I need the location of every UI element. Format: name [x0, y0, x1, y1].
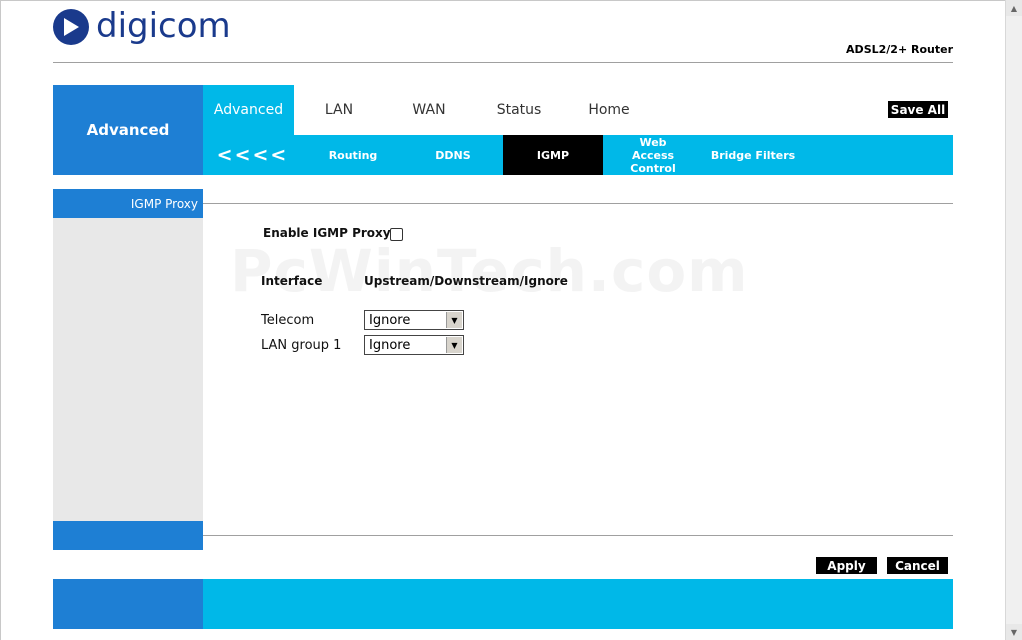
- logo-text: digicom: [96, 6, 231, 46]
- tab-status[interactable]: Status: [474, 85, 564, 135]
- dropdown-arrow-icon[interactable]: ▼: [446, 337, 462, 353]
- lan-group-mode-select[interactable]: Ignore ▼: [364, 335, 464, 355]
- column-header-mode: Upstream/Downstream/Ignore: [364, 274, 568, 288]
- subtab-ddns[interactable]: DDNS: [403, 135, 503, 175]
- footer-left-block: [53, 579, 203, 629]
- tab-advanced[interactable]: Advanced: [203, 85, 294, 135]
- subtab-routing[interactable]: Routing: [303, 135, 403, 175]
- subtab-web-access-control[interactable]: Web Access Control: [603, 135, 703, 175]
- cancel-button[interactable]: Cancel: [887, 557, 948, 574]
- sidebar-item-igmp-proxy[interactable]: IGMP Proxy: [53, 189, 203, 218]
- sidebar-panel: [53, 218, 203, 521]
- vertical-scrollbar[interactable]: [1005, 0, 1022, 640]
- subtab-igmp[interactable]: IGMP: [503, 135, 603, 175]
- product-name: ADSL2/2+ Router: [846, 43, 953, 56]
- footer-right-block: [203, 579, 953, 629]
- apply-button[interactable]: Apply: [816, 557, 877, 574]
- column-header-interface: Interface: [261, 274, 323, 288]
- dropdown-arrow-icon[interactable]: ▼: [446, 312, 462, 328]
- select-value: Ignore: [369, 313, 411, 328]
- subtab-bridge-filters[interactable]: Bridge Filters: [703, 135, 803, 175]
- sidebar-footer: [53, 521, 203, 550]
- watermark: PcWinTech.com: [230, 237, 749, 305]
- enable-igmp-proxy-label: Enable IGMP Proxy: [263, 226, 391, 240]
- logo-arrow-icon: [64, 18, 79, 36]
- save-all-button[interactable]: Save All: [888, 101, 948, 118]
- tab-lan[interactable]: LAN: [294, 85, 384, 135]
- interface-name: LAN group 1: [261, 338, 342, 353]
- section-title: Advanced: [53, 85, 203, 175]
- enable-igmp-proxy-checkbox[interactable]: [390, 228, 403, 241]
- select-value: Ignore: [369, 338, 411, 353]
- back-arrows-link[interactable]: <<<<: [210, 135, 295, 175]
- interface-name: Telecom: [261, 313, 315, 328]
- tab-home[interactable]: Home: [564, 85, 654, 135]
- content-divider-bottom: [203, 535, 953, 536]
- scroll-up-icon[interactable]: ▲: [1006, 0, 1022, 16]
- scroll-down-icon[interactable]: ▼: [1006, 624, 1022, 640]
- content-divider-top: [203, 203, 953, 204]
- header-divider: [53, 62, 953, 63]
- tab-wan[interactable]: WAN: [384, 85, 474, 135]
- telecom-mode-select[interactable]: Ignore ▼: [364, 310, 464, 330]
